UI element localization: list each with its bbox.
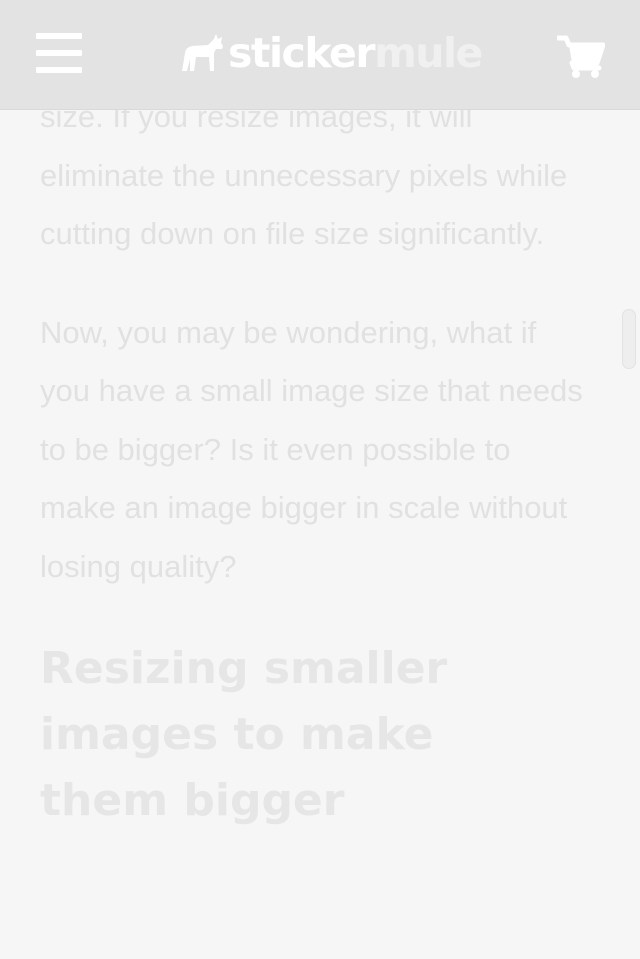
article-body: size. If you resize images, it will elim…: [40, 88, 590, 834]
sticker-mule-logo[interactable]: stickermule: [180, 27, 483, 79]
scrollbar-thumb[interactable]: [622, 309, 636, 369]
logo-wordmark-part: mule: [374, 29, 483, 77]
logo-wordmark-part: sticker: [228, 29, 376, 77]
shopping-cart-icon: [555, 35, 606, 78]
article-paragraph: size. If you resize images, it will elim…: [40, 99, 568, 251]
article-paragraph: Now, you may be wondering, what if you h…: [40, 314, 583, 584]
hamburger-menu-icon: [36, 50, 82, 56]
mule-icon: [182, 34, 223, 71]
article-content: size. If you resize images, it will elim…: [0, 0, 640, 959]
menu-button[interactable]: [36, 33, 82, 73]
hamburger-menu-icon: [36, 33, 82, 39]
cart-button[interactable]: [555, 35, 606, 79]
section-heading: Resizing smaller images to make them big…: [40, 643, 448, 826]
hamburger-menu-icon: [36, 67, 82, 73]
logo-wordmark: stickermule: [228, 27, 483, 79]
top-header: stickermule: [0, 0, 640, 110]
